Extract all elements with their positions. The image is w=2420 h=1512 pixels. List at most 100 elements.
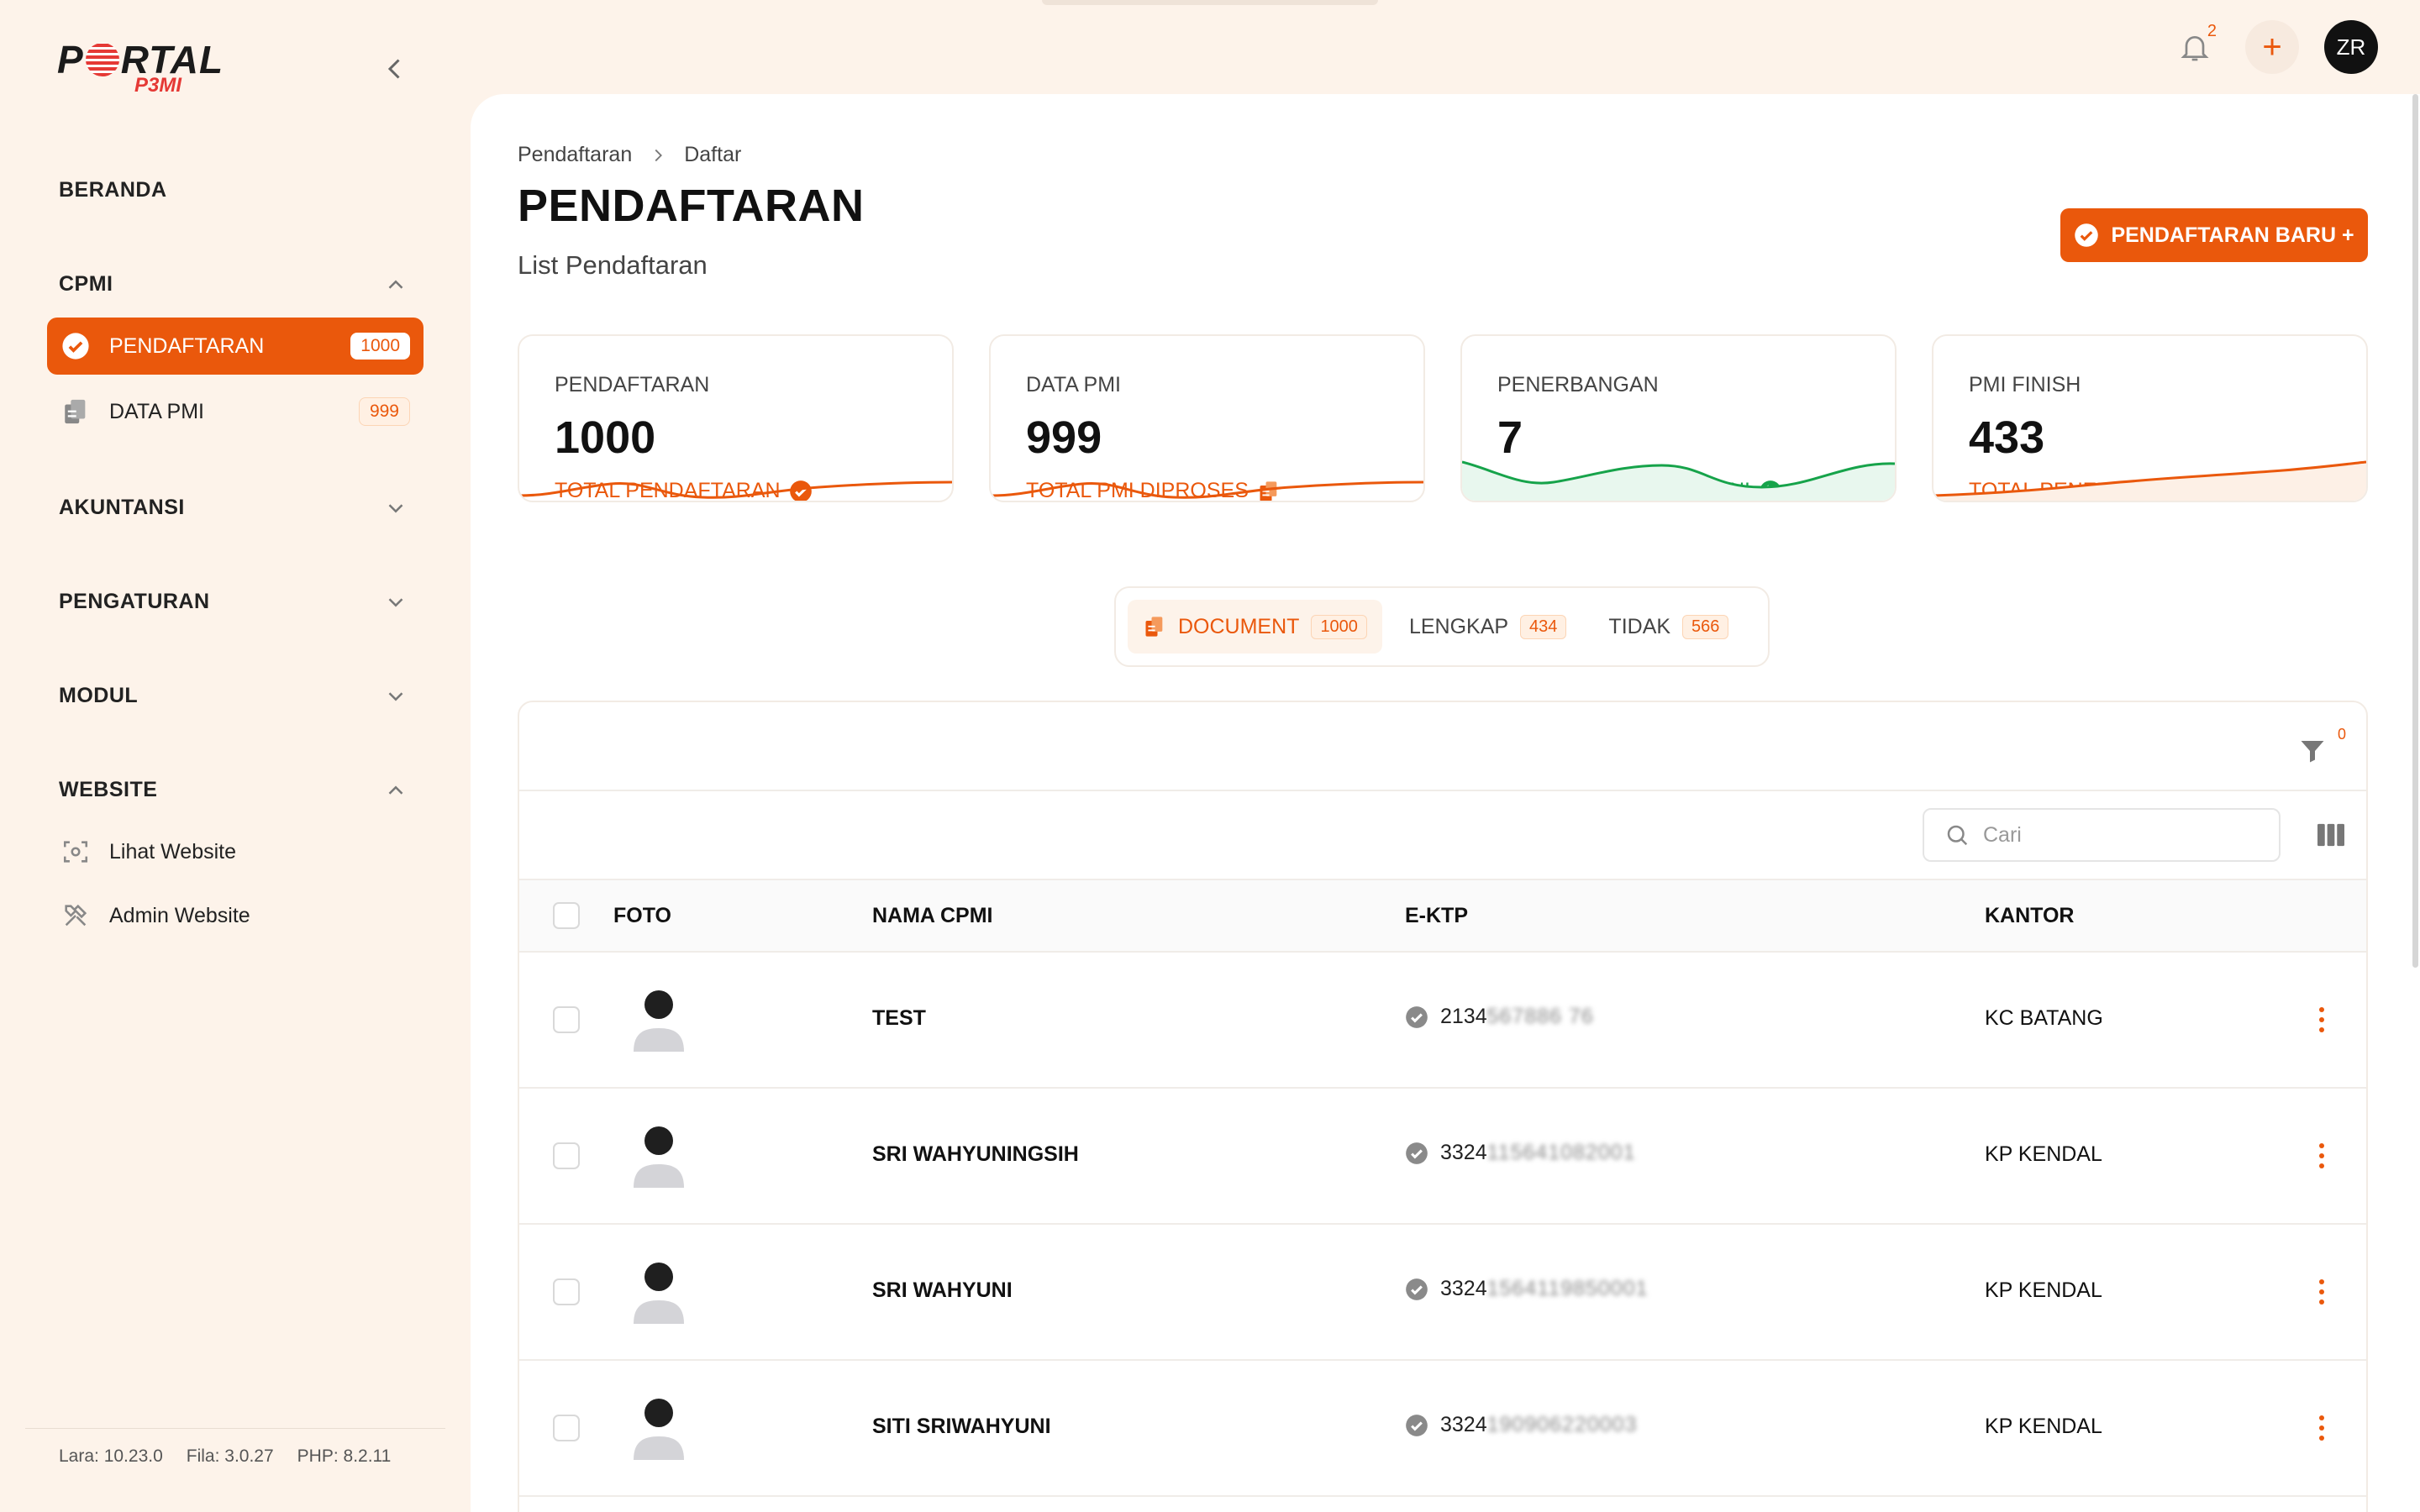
row-checkbox[interactable] <box>553 1415 580 1441</box>
filter-bar: 0 <box>519 702 2366 791</box>
tab-count: 566 <box>1682 614 1729 639</box>
new-registration-label: PENDAFTARAN BARU + <box>2111 223 2354 247</box>
tools-icon <box>59 899 92 932</box>
sidebar-item-pendaftaran[interactable]: PENDAFTARAN 1000 <box>47 318 424 375</box>
topbar-actions: 2 + ZR <box>2170 20 2378 74</box>
quick-add-button[interactable]: + <box>2245 20 2299 74</box>
breadcrumb: Pendaftaran Daftar <box>518 143 741 167</box>
chevron-down-icon[interactable] <box>383 496 408 521</box>
search-field <box>1923 808 2281 862</box>
new-registration-button[interactable]: PENDAFTARAN BARU + <box>2060 208 2368 262</box>
collapse-sidebar-button[interactable] <box>380 54 410 84</box>
tab-document[interactable]: DOCUMENT 1000 <box>1128 600 1382 654</box>
ektp-prefix: 3324 <box>1440 1413 1487 1436</box>
column-header-kantor[interactable]: KANTOR <box>1985 904 2074 928</box>
row-checkbox[interactable] <box>553 1142 580 1169</box>
logo-globe-icon <box>85 43 119 76</box>
sparkline <box>519 480 952 499</box>
avatar-placeholder-icon <box>634 990 684 1052</box>
lara-version: Lara: 10.23.0 <box>59 1446 163 1466</box>
user-avatar[interactable]: ZR <box>2324 20 2378 74</box>
version-footer: Lara: 10.23.0 Fila: 3.0.27 PHP: 8.2.11 <box>59 1446 391 1467</box>
php-version: PHP: 8.2.11 <box>297 1446 392 1466</box>
notifications-button[interactable]: 2 <box>2170 22 2220 72</box>
tab-label: TIDAK <box>1608 614 1671 638</box>
funnel-icon <box>2301 741 2324 763</box>
column-header-ektp[interactable]: E-KTP <box>1405 904 1468 928</box>
breadcrumb-link[interactable]: Pendaftaran <box>518 143 632 167</box>
row-checkbox[interactable] <box>553 1278 580 1305</box>
office-name: KP KENDAL <box>1985 1142 2102 1166</box>
tab-label: DOCUMENT <box>1178 614 1300 638</box>
registration-table: 0 FOTO NAMA CPMI E-KTP KANTOR TEST <box>518 701 2368 1512</box>
ektp-masked: 115641082001 <box>1486 1141 1636 1164</box>
stats-row: PENDAFTARAN 1000 TOTAL PENDAFTARAN DATA … <box>518 334 2368 502</box>
check-badge-icon <box>2075 223 2099 247</box>
sparkline <box>1933 460 2366 501</box>
tab-tidak[interactable]: TIDAK 566 <box>1593 600 1744 654</box>
avatar-placeholder-icon <box>634 1263 684 1324</box>
table-row[interactable]: TEST 2134567886 76 KC BATANG <box>519 953 2366 1089</box>
nav-section-akuntansi[interactable]: AKUNTANSI <box>59 496 185 520</box>
nav-section-modul[interactable]: MODUL <box>59 684 138 708</box>
chevron-down-icon[interactable] <box>383 684 408 709</box>
kebab-menu-icon[interactable] <box>2309 1000 2334 1040</box>
nav-section-beranda[interactable]: BERANDA <box>59 178 167 202</box>
search-icon <box>1947 825 1968 846</box>
chevron-up-icon[interactable] <box>383 272 408 297</box>
row-checkbox[interactable] <box>553 1006 580 1033</box>
table-row[interactable]: SRI WAHYUNINGSIH 3324115641082001 KP KEN… <box>519 1089 2366 1225</box>
chevron-left-icon <box>387 59 400 79</box>
scrollbar[interactable] <box>2412 94 2420 1512</box>
column-header-nama[interactable]: NAMA CPMI <box>872 904 993 928</box>
sidebar-item-label: PENDAFTARAN <box>109 333 265 358</box>
sidebar-item-lihat-website[interactable]: Lihat Website <box>47 823 424 880</box>
sidebar-item-label: Admin Website <box>109 903 250 927</box>
stat-card-pendaftaran: PENDAFTARAN 1000 TOTAL PENDAFTARAN <box>518 334 954 502</box>
notification-count: 2 <box>2207 22 2217 40</box>
columns-icon <box>2317 823 2344 847</box>
portal-logo[interactable]: P RTAL P3MI <box>57 37 259 104</box>
verified-icon <box>1406 1142 1428 1164</box>
nav-section-website[interactable]: WEBSITE <box>59 778 157 802</box>
nav-section-pengaturan[interactable]: PENGATURAN <box>59 590 210 614</box>
main-content: Pendaftaran Daftar PENDAFTARAN List Pend… <box>471 94 2420 1512</box>
chevron-down-icon[interactable] <box>383 590 408 615</box>
kebab-menu-icon[interactable] <box>2309 1272 2334 1312</box>
select-all-checkbox[interactable] <box>553 902 580 929</box>
verified-icon <box>1406 1005 1428 1028</box>
column-toggle-button[interactable] <box>2316 822 2346 848</box>
scan-eye-icon <box>59 835 92 869</box>
cpmi-name: SITI SRIWAHYUNI <box>872 1415 1051 1438</box>
tab-lengkap[interactable]: LENGKAP 434 <box>1394 600 1581 654</box>
breadcrumb-current: Daftar <box>684 143 742 166</box>
kebab-menu-icon[interactable] <box>2309 1136 2334 1176</box>
filter-button[interactable]: 0 <box>2297 726 2348 768</box>
sidebar: P RTAL P3MI BERANDA CPMI PENDAFTARAN 1000… <box>0 0 471 1512</box>
nav-section-cpmi[interactable]: CPMI <box>59 272 113 297</box>
ektp-cell: 3324115641082001 <box>1405 1141 1636 1165</box>
column-header-foto[interactable]: FOTO <box>613 904 671 928</box>
avatar-placeholder-icon <box>634 1126 684 1188</box>
cpmi-name: TEST <box>872 1006 926 1030</box>
ektp-masked: 567886 76 <box>1486 1005 1594 1028</box>
search-input[interactable] <box>1983 822 2252 848</box>
sidebar-item-data-pmi[interactable]: DATA PMI 999 <box>47 383 424 440</box>
sidebar-item-label: Lihat Website <box>109 839 237 864</box>
fila-version: Fila: 3.0.27 <box>186 1446 274 1466</box>
chevron-up-icon[interactable] <box>383 778 408 803</box>
ektp-cell: 33241564119850001 <box>1405 1277 1649 1301</box>
stat-label: PENDAFTARAN <box>555 373 710 396</box>
filter-count: 0 <box>2337 726 2346 743</box>
sparkline <box>1462 460 1895 501</box>
table-row[interactable]: SITI SRIWAHYUNI 3324190906220003 KP KEND… <box>519 1361 2366 1497</box>
sidebar-item-admin-website[interactable]: Admin Website <box>47 887 424 944</box>
table-row[interactable]: SRI WAHYUNI 33241564119850001 KP KENDAL <box>519 1225 2366 1361</box>
ektp-prefix: 2134 <box>1440 1005 1487 1028</box>
scrollbar-thumb[interactable] <box>2412 94 2418 968</box>
page-title: PENDAFTARAN <box>518 181 865 231</box>
ektp-masked: 190906220003 <box>1486 1413 1638 1436</box>
chevron-right-icon <box>655 149 663 161</box>
verified-icon <box>1406 1278 1428 1300</box>
kebab-menu-icon[interactable] <box>2309 1408 2334 1448</box>
